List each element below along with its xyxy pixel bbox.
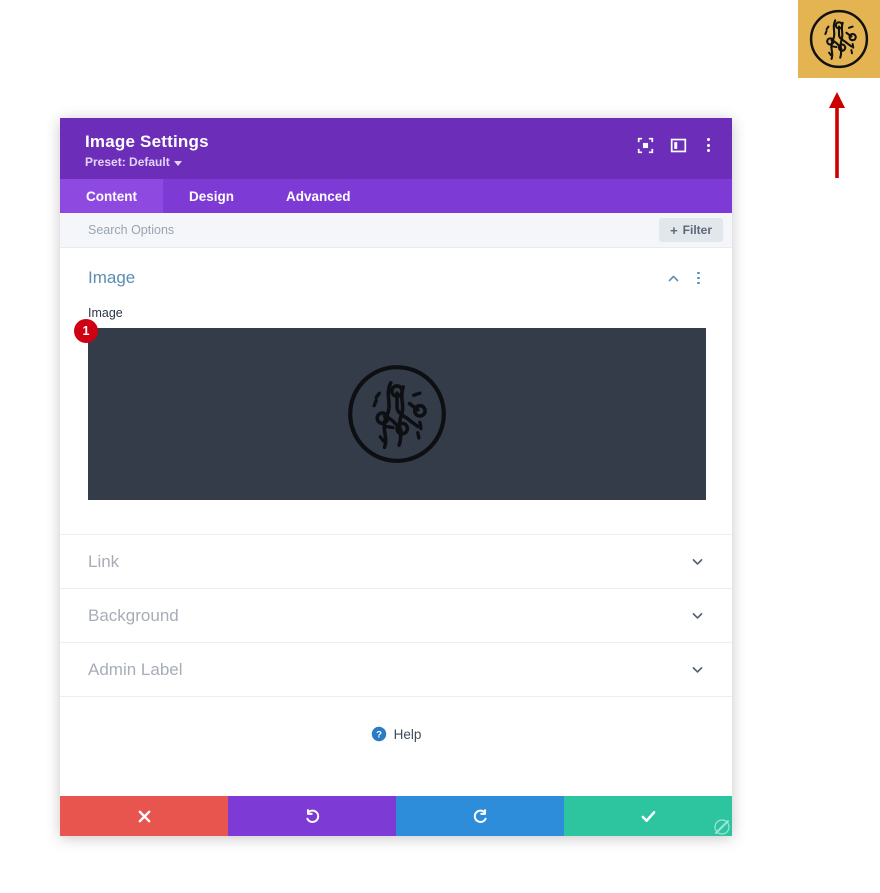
section-image-controls: [667, 270, 704, 287]
section-image: Image Image 1: [60, 248, 732, 535]
image-preview[interactable]: [88, 328, 706, 500]
more-options-icon[interactable]: [703, 136, 714, 154]
help-row[interactable]: ? Help: [60, 697, 732, 771]
section-background[interactable]: Background: [60, 589, 732, 643]
preset-label: Preset: Default: [85, 155, 170, 169]
save-button[interactable]: [564, 796, 732, 836]
section-admin-label-title: Admin Label: [88, 659, 183, 679]
tab-advanced[interactable]: Advanced: [260, 179, 377, 213]
modal-title-block: Image Settings Preset: Default: [85, 132, 209, 169]
section-link[interactable]: Link: [60, 535, 732, 589]
corner-logo-tile: [798, 0, 880, 78]
modal-header: Image Settings Preset: Default: [60, 118, 732, 179]
chevron-up-icon[interactable]: [667, 272, 680, 285]
undo-arrow-icon: [304, 808, 321, 825]
plus-icon: +: [670, 222, 678, 238]
step-badge: 1: [74, 319, 98, 343]
image-field-label: Image: [88, 306, 123, 320]
resize-grip-icon[interactable]: [714, 819, 730, 835]
svg-text:?: ?: [376, 730, 382, 741]
header-icon-group: [637, 132, 714, 154]
section-admin-label[interactable]: Admin Label: [60, 643, 732, 697]
close-x-icon: [137, 809, 152, 824]
more-options-icon[interactable]: [693, 270, 704, 287]
action-bar: [60, 796, 732, 836]
search-row: + Filter: [60, 213, 732, 248]
help-circle-icon: ?: [371, 726, 387, 742]
chevron-down-icon: [173, 160, 182, 166]
page-title: Image Settings: [85, 132, 209, 151]
tab-bar: Content Design Advanced: [60, 179, 732, 213]
redo-arrow-icon: [472, 808, 489, 825]
up-arrow-annotation-icon: [820, 90, 854, 180]
image-settings-modal: Image Settings Preset: Default Content D…: [60, 118, 732, 836]
circuit-circle-logo-icon: [345, 362, 449, 466]
filter-button-label: Filter: [682, 223, 712, 237]
preset-selector[interactable]: Preset: Default: [85, 155, 209, 169]
section-background-title: Background: [88, 605, 179, 625]
screen-root: Image Settings Preset: Default Content D…: [0, 0, 880, 893]
undo-button[interactable]: [228, 796, 396, 836]
cancel-button[interactable]: [60, 796, 228, 836]
image-preview-wrap: 1: [74, 319, 706, 500]
help-label: Help: [393, 726, 422, 742]
filter-button[interactable]: + Filter: [659, 218, 723, 242]
fullscreen-icon[interactable]: [637, 137, 654, 154]
section-image-title: Image: [88, 268, 136, 287]
tab-design[interactable]: Design: [163, 179, 260, 213]
checkmark-icon: [640, 808, 657, 825]
redo-button[interactable]: [396, 796, 564, 836]
chevron-down-icon[interactable]: [691, 609, 704, 622]
tab-content[interactable]: Content: [60, 179, 163, 213]
layout-view-icon[interactable]: [670, 137, 687, 154]
chevron-down-icon[interactable]: [691, 663, 704, 676]
circuit-circle-logo-icon: [808, 8, 870, 70]
search-input[interactable]: [88, 223, 508, 237]
chevron-down-icon[interactable]: [691, 555, 704, 568]
section-image-header[interactable]: Image: [88, 268, 704, 288]
section-link-title: Link: [88, 551, 120, 571]
modal-body: Image Image 1 Link Background Admin Labe…: [60, 248, 732, 796]
